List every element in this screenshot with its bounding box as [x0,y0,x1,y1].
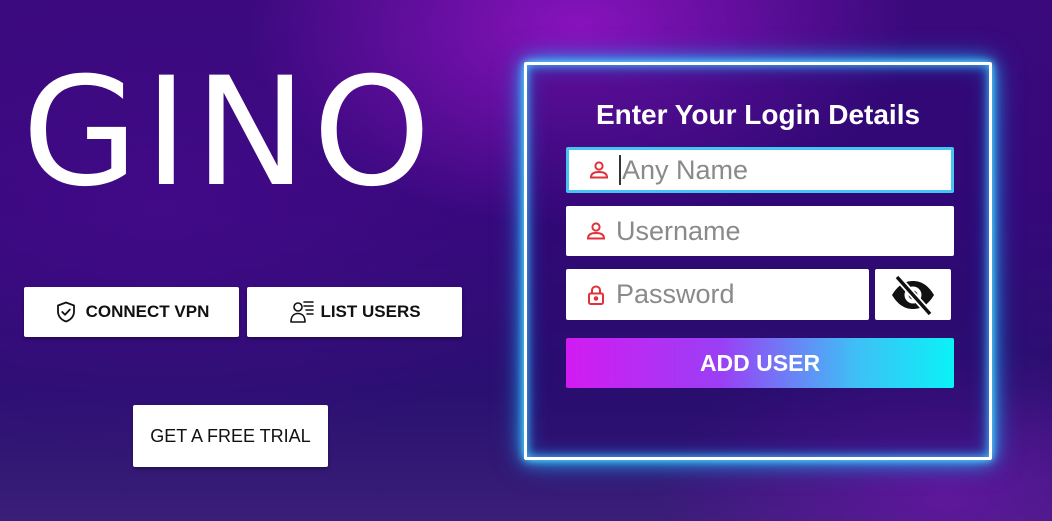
password-field[interactable] [566,269,869,320]
password-visibility-toggle[interactable] [875,269,951,320]
connect-vpn-button[interactable]: CONNECT VPN [24,287,239,337]
person-icon [587,158,611,182]
username-field[interactable] [566,206,954,256]
connect-vpn-label: CONNECT VPN [85,302,210,321]
free-trial-button[interactable]: GET A FREE TRIAL [133,405,328,467]
shield-check-icon [54,300,78,324]
any-name-input[interactable] [622,150,951,190]
user-list-icon [288,298,316,326]
list-users-button[interactable]: LIST USERS [247,287,462,337]
login-panel: Enter Your Login Details Any Name Userna… [524,62,992,460]
add-user-button[interactable]: ADD USER [566,338,954,388]
free-trial-label: GET A FREE TRIAL [150,425,311,446]
any-name-field[interactable] [566,147,954,193]
username-input[interactable] [616,206,954,256]
person-icon [584,219,608,243]
app-logo: GINO [22,46,437,220]
login-panel-title: Enter Your Login Details [595,99,921,130]
password-input[interactable] [616,269,869,320]
eye-off-icon [889,274,937,316]
text-cursor [619,155,621,185]
lock-icon [584,283,608,307]
list-users-label: LIST USERS [320,302,421,321]
